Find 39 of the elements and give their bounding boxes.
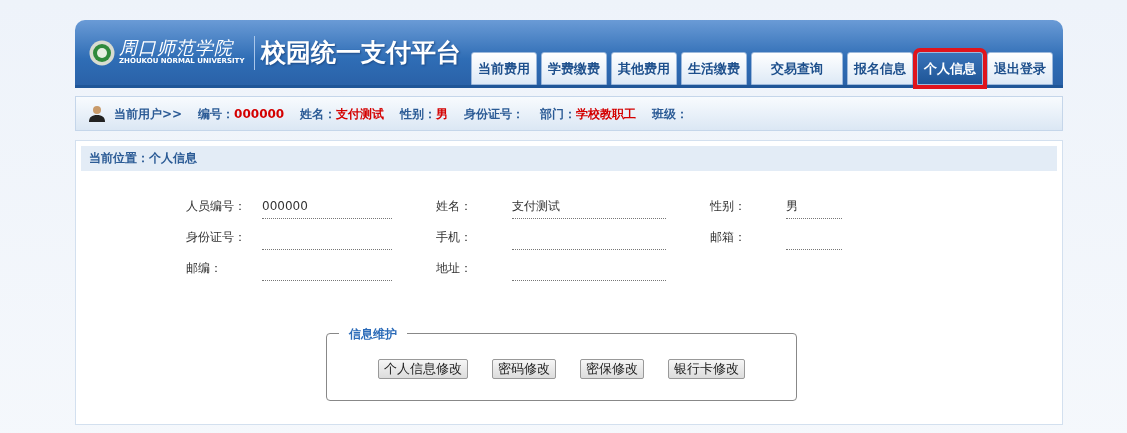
nav-tab[interactable]: 学费缴费 bbox=[541, 52, 607, 85]
field-label: 地址： bbox=[436, 260, 473, 277]
edit-button[interactable]: 银行卡修改 bbox=[668, 359, 745, 379]
field-label: 部门： bbox=[540, 105, 577, 123]
field-label: 性别： bbox=[710, 198, 747, 215]
field-value: 000000 bbox=[234, 105, 285, 123]
field-label: 手机： bbox=[436, 229, 473, 246]
field-label: 邮编： bbox=[186, 260, 223, 277]
emblem-icon bbox=[89, 39, 115, 66]
field-value: 男 bbox=[436, 105, 449, 123]
edit-button[interactable]: 密码修改 bbox=[492, 359, 556, 379]
field-label: 姓名： bbox=[436, 198, 473, 215]
edit-button[interactable]: 密保修改 bbox=[580, 359, 644, 379]
site-title: 校园统一支付平台 bbox=[261, 36, 462, 69]
field-value: 男 bbox=[786, 197, 842, 219]
field-value: 支付测试 bbox=[336, 105, 385, 123]
field-label: 邮箱： bbox=[710, 229, 747, 246]
group-legend: 信息维护 bbox=[339, 325, 407, 343]
field-value: 支付测试 bbox=[512, 197, 666, 219]
nav-tab[interactable]: 生活缴费 bbox=[681, 52, 747, 85]
nav-tab[interactable]: 当前费用 bbox=[471, 52, 537, 85]
field-value: 学校教职工 bbox=[576, 105, 637, 123]
nav-tab[interactable]: 退出登录 bbox=[987, 52, 1053, 85]
user-label: 当前用户>> bbox=[114, 105, 183, 123]
field-label: 姓名： bbox=[300, 105, 337, 123]
field-label: 班级： bbox=[652, 105, 689, 123]
field-value: 000000 bbox=[262, 197, 392, 219]
logo-text: 周口师范学院 bbox=[119, 39, 234, 58]
nav-tab[interactable]: 报名信息 bbox=[847, 52, 913, 85]
field-label: 编号： bbox=[198, 105, 235, 123]
nav-tab[interactable]: 交易查询 bbox=[751, 52, 843, 85]
user-icon bbox=[88, 105, 106, 122]
field-label: 身份证号： bbox=[186, 229, 247, 246]
field-label: 性别： bbox=[400, 105, 437, 123]
field-label: 人员编号： bbox=[186, 198, 247, 215]
breadcrumb: 当前位置：个人信息 bbox=[81, 146, 1057, 171]
nav-tab[interactable]: 其他费用 bbox=[611, 52, 677, 85]
field-label: 身份证号： bbox=[464, 105, 525, 123]
edit-button[interactable]: 个人信息修改 bbox=[378, 359, 468, 379]
